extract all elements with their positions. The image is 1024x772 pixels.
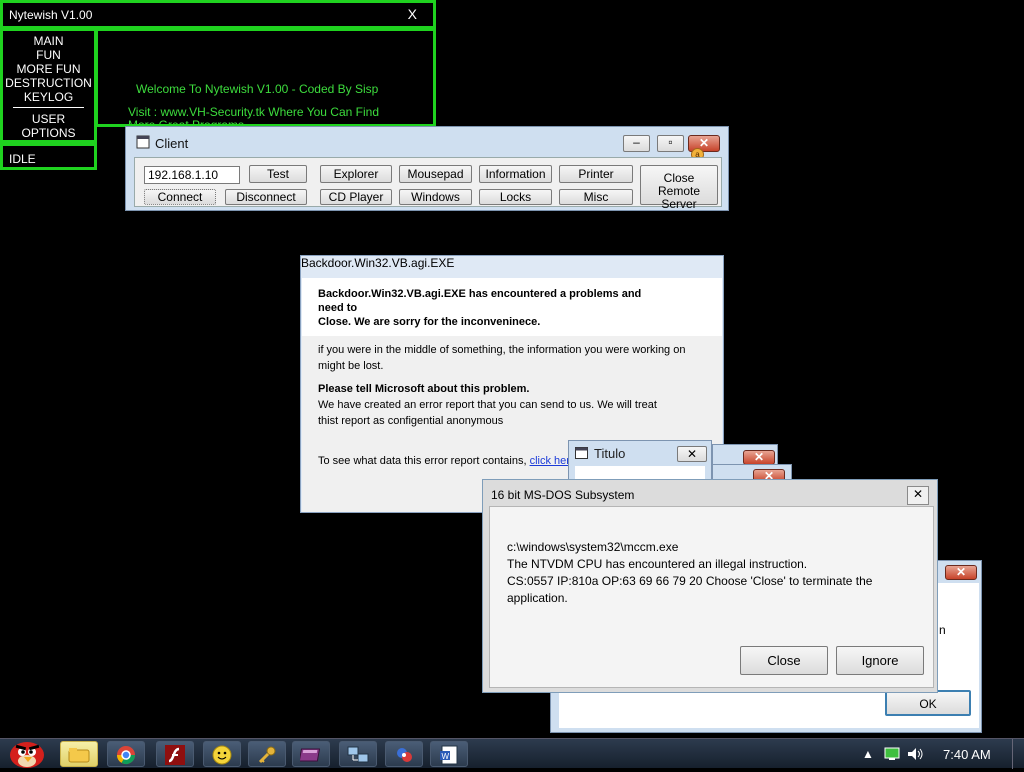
- clock[interactable]: 7:40 AM: [943, 747, 991, 762]
- msdos-subsystem-dialog: 16 bit MS-DOS Subsystem ✕ c:\windows\sys…: [482, 479, 938, 693]
- svg-text:W: W: [442, 752, 450, 761]
- dos-ignore-button[interactable]: Ignore: [836, 646, 924, 675]
- titulo-close-button[interactable]: ✕: [677, 446, 707, 462]
- connect-button[interactable]: Connect: [144, 189, 216, 205]
- nytewish-close-button[interactable]: X: [408, 6, 417, 22]
- flash-icon[interactable]: [156, 741, 194, 767]
- error-dialog-title: Backdoor.Win32.VB.agi.EXE: [301, 256, 455, 270]
- status-text: IDLE: [9, 152, 36, 166]
- smiley-icon[interactable]: [203, 741, 241, 767]
- dos-dialog-body: c:\windows\system32\mccm.exe The NTVDM C…: [489, 506, 934, 688]
- welcome-text: Welcome To Nytewish V1.00 - Coded By Sis…: [136, 82, 379, 96]
- book-icon[interactable]: [292, 741, 330, 767]
- maximize-button[interactable]: ▫: [657, 135, 684, 152]
- menu-item-fun[interactable]: FUN: [3, 48, 94, 62]
- client-window: Client – ▫ ✕ a Test Connect Disconnect E…: [125, 126, 729, 211]
- key-icon[interactable]: [248, 741, 286, 767]
- dos-dialog-title: 16 bit MS-DOS Subsystem: [491, 488, 635, 502]
- close-remote-server-button[interactable]: Close Remote Server: [640, 165, 718, 211]
- error-para-2-heading: Please tell Microsoft about this problem…: [318, 383, 530, 395]
- titulo-app-icon: [575, 447, 588, 459]
- menu-item-options[interactable]: OPTIONS: [3, 126, 94, 140]
- remote-tool-icon: [397, 748, 412, 762]
- error-header: Backdoor.Win32.VB.agi.EXE has encountere…: [302, 278, 722, 336]
- error-para-2b: thist report as configential anonymous: [318, 415, 504, 427]
- taskbar: W ▲ 7:40 AM: [0, 737, 1024, 769]
- client-body: Test Connect Disconnect Explorer CD Play…: [134, 157, 722, 211]
- bg-window-partial-text: n: [939, 623, 946, 637]
- chrome-logo-icon: [117, 746, 135, 765]
- bg-window-1-close-button[interactable]: ✕: [743, 450, 775, 465]
- dos-msg-2: CS:0557 IP:810a OP:63 69 66 79 20 Choose…: [507, 574, 873, 605]
- menu-item-user[interactable]: USER: [3, 112, 94, 126]
- error-para-1a: if you were in the middle of something, …: [318, 344, 686, 356]
- menu-item-main[interactable]: MAIN: [3, 34, 94, 48]
- error-para-1b: might be lost.: [318, 360, 384, 372]
- show-desktop-button[interactable]: [1012, 739, 1024, 769]
- word-document-icon: W: [440, 745, 458, 765]
- dos-path: c:\windows\system32\mccm.exe: [507, 540, 679, 554]
- dos-close-button[interactable]: Close: [740, 646, 828, 675]
- menu-item-destruction[interactable]: DESTRUCTION: [3, 76, 94, 90]
- disconnect-button[interactable]: Disconnect: [225, 189, 307, 205]
- folder-icon: [68, 748, 90, 763]
- visit-text: Visit : www.VH-Security.tk Where You Can…: [128, 105, 379, 127]
- mousepad-button[interactable]: Mousepad: [399, 165, 472, 183]
- nytewish-status: IDLE: [0, 143, 97, 170]
- nytewish-title-bar: Nytewish V1.00 X: [0, 0, 436, 29]
- nytewish-title: Nytewish V1.00: [9, 8, 93, 22]
- locks-button[interactable]: Locks: [479, 189, 552, 205]
- client-app-icon: [136, 135, 150, 149]
- angry-birds-icon[interactable]: [4, 737, 50, 769]
- bg-window-3-close-button[interactable]: ✕: [945, 565, 977, 580]
- volume-icon[interactable]: [906, 746, 924, 762]
- error-line-3: Close. We are sorry for the inconveninec…: [318, 316, 541, 328]
- chrome-icon[interactable]: [107, 741, 145, 767]
- dos-close-icon[interactable]: ✕: [907, 486, 929, 505]
- nytewish-menu: MAIN FUN MORE FUN DESTRUCTION KEYLOG USE…: [0, 28, 97, 143]
- dos-message: c:\windows\system32\mccm.exe The NTVDM C…: [507, 539, 917, 607]
- flash-logo-icon: [165, 745, 185, 765]
- book-glyph-icon: [298, 748, 321, 762]
- printer-button[interactable]: Printer: [559, 165, 633, 183]
- client-title: Client: [155, 136, 189, 151]
- minimize-button[interactable]: –: [623, 135, 650, 152]
- menu-item-more-fun[interactable]: MORE FUN: [3, 62, 94, 76]
- network-status-icon[interactable]: [884, 746, 900, 762]
- cd-player-button[interactable]: CD Player: [320, 189, 392, 205]
- windows-button[interactable]: Windows: [399, 189, 472, 205]
- explorer-button[interactable]: Explorer: [320, 165, 392, 183]
- menu-item-keylog[interactable]: KEYLOG: [3, 90, 94, 104]
- network-computers-icon: [347, 746, 369, 763]
- error-para-2a: We have created an error report that you…: [318, 399, 657, 411]
- error-para-3: To see what data this error report conta…: [318, 453, 576, 469]
- network-icon[interactable]: [339, 741, 377, 767]
- test-button[interactable]: Test: [249, 165, 307, 183]
- titulo-window: Titulo ✕: [568, 440, 712, 482]
- menu-divider: [13, 107, 84, 108]
- word-icon[interactable]: W: [430, 741, 468, 767]
- ok-button[interactable]: OK: [885, 690, 971, 716]
- titulo-title: Titulo: [594, 446, 626, 461]
- error-line-1: Backdoor.Win32.VB.agi.EXE has encountere…: [318, 288, 642, 300]
- explorer-icon[interactable]: [60, 741, 98, 767]
- nytewish-main-panel: Welcome To Nytewish V1.00 - Coded By Sis…: [95, 28, 436, 127]
- ip-input[interactable]: [144, 166, 240, 184]
- key-glyph-icon: [258, 746, 276, 764]
- remote-icon[interactable]: [385, 741, 423, 767]
- smiley-face-icon: [212, 745, 232, 765]
- misc-button[interactable]: Misc: [559, 189, 633, 205]
- tray-expand-icon[interactable]: ▲: [862, 747, 874, 761]
- information-button[interactable]: Information: [479, 165, 552, 183]
- error-para-3-text: To see what data this error report conta…: [318, 455, 527, 467]
- dos-msg-1: The NTVDM CPU has encountered an illegal…: [507, 557, 808, 571]
